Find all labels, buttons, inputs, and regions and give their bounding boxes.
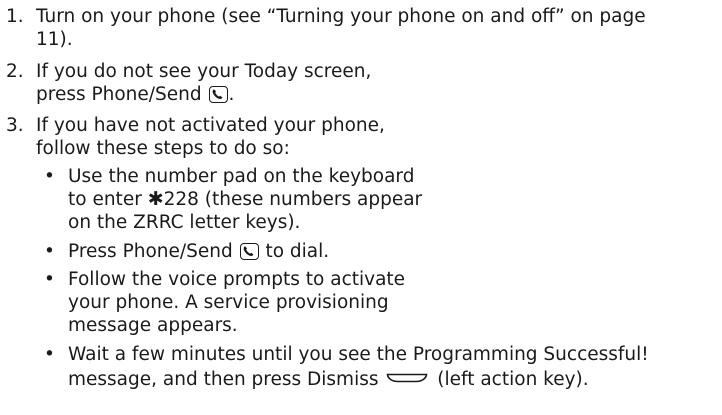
bullet-line: Use the number pad on the keyboard [68,166,415,187]
step-line: If you have not activated your phone, [36,115,385,136]
step-line-text: . [228,84,235,105]
bullet-text: Wait a few minutes until you see the Pro… [68,343,722,391]
phone-send-key-icon [208,86,228,103]
bullet-line-text: Press Phone/Send [68,241,233,262]
step-text: If you do not see your Today screen, pre… [36,60,722,106]
step-number: 3. [6,115,24,136]
bullet-line: your phone. A service provisioning [68,292,389,313]
bullet-line-text: to enter [68,189,148,210]
step-text: If you have not activated your phone, fo… [36,114,722,160]
step-line-text: press Phone/Send [36,84,202,105]
step-line: Turn on your phone (see “Turning your ph… [36,6,646,27]
bullet-line-text: to dial. [259,241,330,262]
bullet-line: Follow the voice prompts to activate [68,269,406,290]
step-line: If you do not see your Today screen, [36,61,372,82]
step-line: 11). [36,29,73,50]
step-text: Turn on your phone (see “Turning your ph… [36,5,722,51]
bullet-line: to enter ✱228 (these numbers appear [68,188,722,211]
step-line: follow these steps to do so: [36,138,290,159]
star-key-symbol: ✱ [147,188,164,210]
bullet-line-text: message, and then press Dismiss [68,369,379,390]
bullet-text: Press Phone/Send to dial. [68,240,722,263]
bullet-text: Use the number pad on the keyboard to en… [68,165,722,234]
instruction-page: 1. Turn on your phone (see “Turning your… [0,0,722,415]
step-number: 2. [6,61,24,82]
bullet-dot: • [44,166,55,187]
bullet-dot: • [44,269,55,290]
phone-send-key-icon [239,243,259,260]
bullet-text: Follow the voice prompts to activate you… [68,268,722,337]
bullet-line: message appears. [68,315,238,336]
bullet-line: on the ZRRC letter keys). [68,212,301,233]
bullet-line: Wait a few minutes until you see the Pro… [68,344,649,365]
bullet-dot: • [44,344,55,365]
bullet-dot: • [44,241,55,262]
bullet-line-text: (left action key). [437,369,589,390]
bullet-line-text: 228 (these numbers appear [163,189,423,210]
bullet-line: message, and then press Dismiss (left ac… [68,366,722,391]
step-number: 1. [6,6,24,27]
bullet-line: Press Phone/Send to dial. [68,240,722,263]
step-line: press Phone/Send . [36,83,722,106]
left-action-key-icon [386,366,428,383]
